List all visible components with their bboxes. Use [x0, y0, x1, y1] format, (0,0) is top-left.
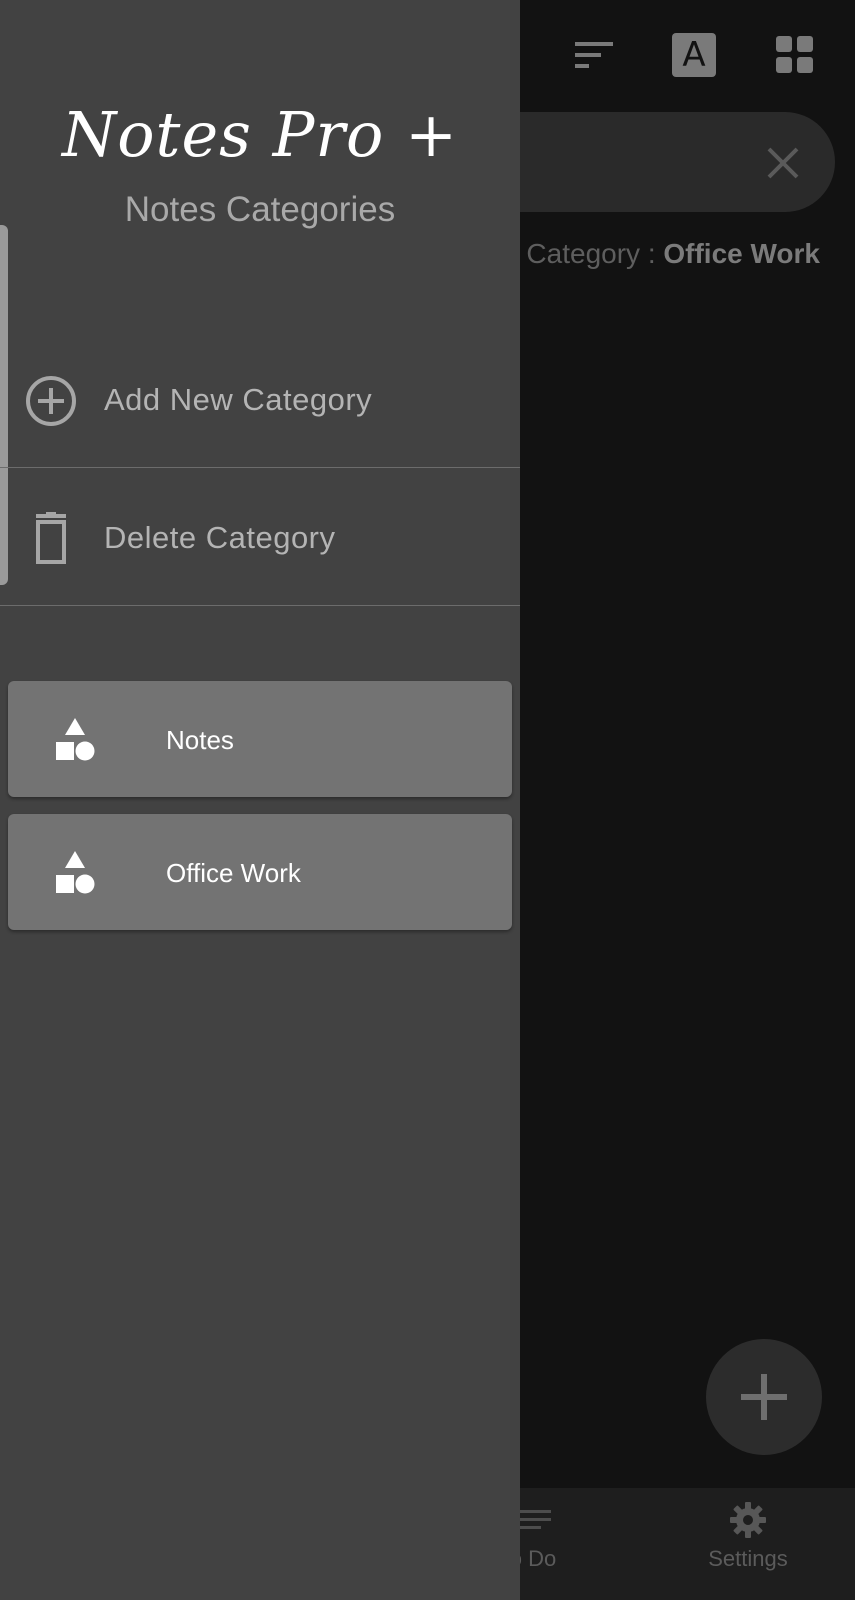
shapes-icon	[56, 718, 95, 761]
grid-view-icon[interactable]	[776, 36, 814, 74]
add-note-button[interactable]	[706, 1339, 822, 1455]
sort-icon[interactable]	[575, 40, 615, 70]
nav-item-settings[interactable]: Settings	[658, 1488, 838, 1600]
category-label: Office Work	[166, 858, 301, 888]
categories-drawer: Notes Pro + Notes Categories Add New Cat…	[0, 0, 520, 1600]
app-title: Notes Pro +	[61, 98, 459, 171]
add-category-button[interactable]: Add New Category	[0, 332, 520, 468]
category-label: Notes	[166, 725, 234, 755]
plus-icon	[741, 1374, 787, 1420]
category-prefix: s Category :	[504, 238, 664, 269]
current-category-text: s Category : Office Work	[480, 238, 820, 270]
add-circle-icon	[26, 376, 76, 426]
add-category-label: Add New Category	[104, 382, 373, 417]
shapes-icon	[56, 851, 95, 894]
nav-label-settings: Settings	[708, 1546, 788, 1571]
close-icon[interactable]	[766, 146, 800, 180]
category-item-notes[interactable]: Notes	[8, 681, 512, 797]
delete-category-button[interactable]: Delete Category	[0, 470, 520, 606]
drawer-subtitle: Notes Categories	[124, 190, 396, 229]
category-item-office-work[interactable]: Office Work	[8, 814, 512, 930]
delete-category-label: Delete Category	[104, 520, 336, 555]
category-value: Office Work	[663, 238, 820, 269]
gear-icon	[730, 1502, 766, 1538]
font-icon[interactable]: A	[672, 33, 716, 77]
trash-icon	[36, 512, 66, 564]
